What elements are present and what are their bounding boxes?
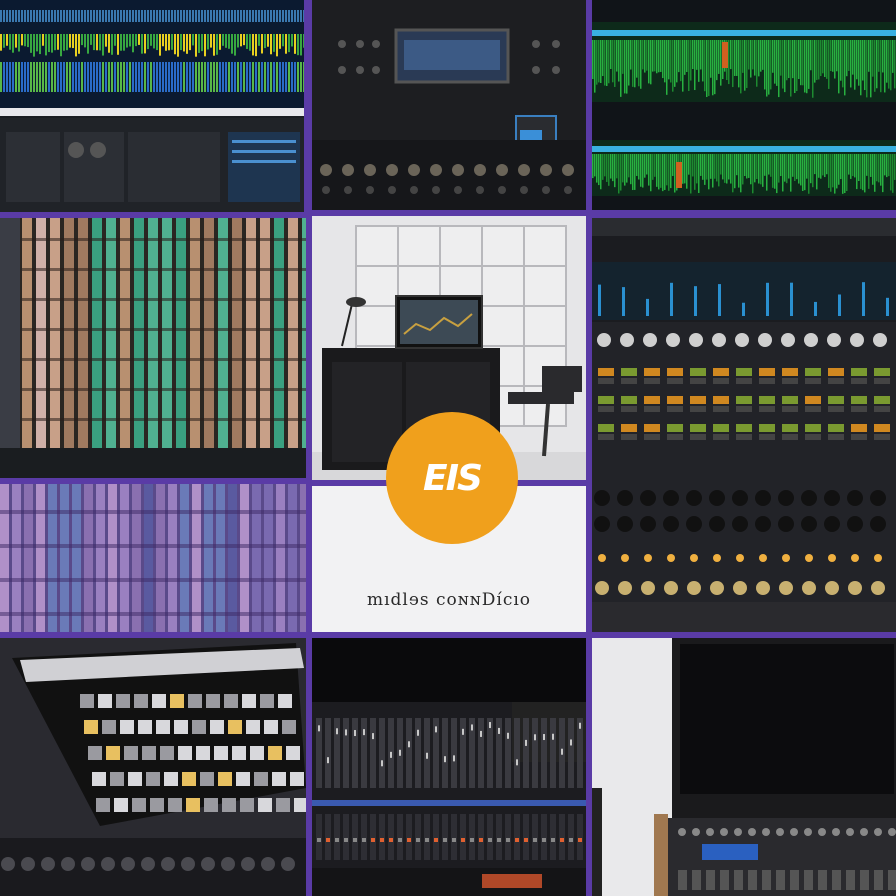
angled-console-image [0, 638, 306, 896]
knob-console-image [592, 218, 896, 632]
vertical-bars-amber-image [0, 218, 306, 478]
tile-waveform-console [0, 0, 304, 212]
tile-angled-console [0, 638, 306, 896]
vertical-bars-purple-image [0, 484, 306, 632]
tile-mixing-desk [312, 638, 586, 896]
tile-vertical-bars-amber [0, 218, 306, 478]
tile-green-waveforms [592, 0, 896, 210]
caption-text: mıdlɘs coɴɴDícıo [366, 590, 532, 610]
collage-grid: mıdlɘs coɴɴDícıo EIS [0, 0, 896, 896]
tile-knob-console [592, 218, 896, 632]
mixing-desk-image [312, 638, 586, 896]
tile-vertical-bars-purple [0, 484, 306, 632]
green-waveforms-image [592, 0, 896, 210]
waveform-console-image [0, 0, 304, 212]
logo-text: EIS [423, 457, 483, 499]
brand-logo: EIS [386, 412, 518, 544]
tile-rack-unit [312, 0, 586, 210]
tile-monitor-synth [592, 638, 896, 896]
rack-unit-image [312, 0, 586, 210]
monitor-synth-image [592, 638, 896, 896]
